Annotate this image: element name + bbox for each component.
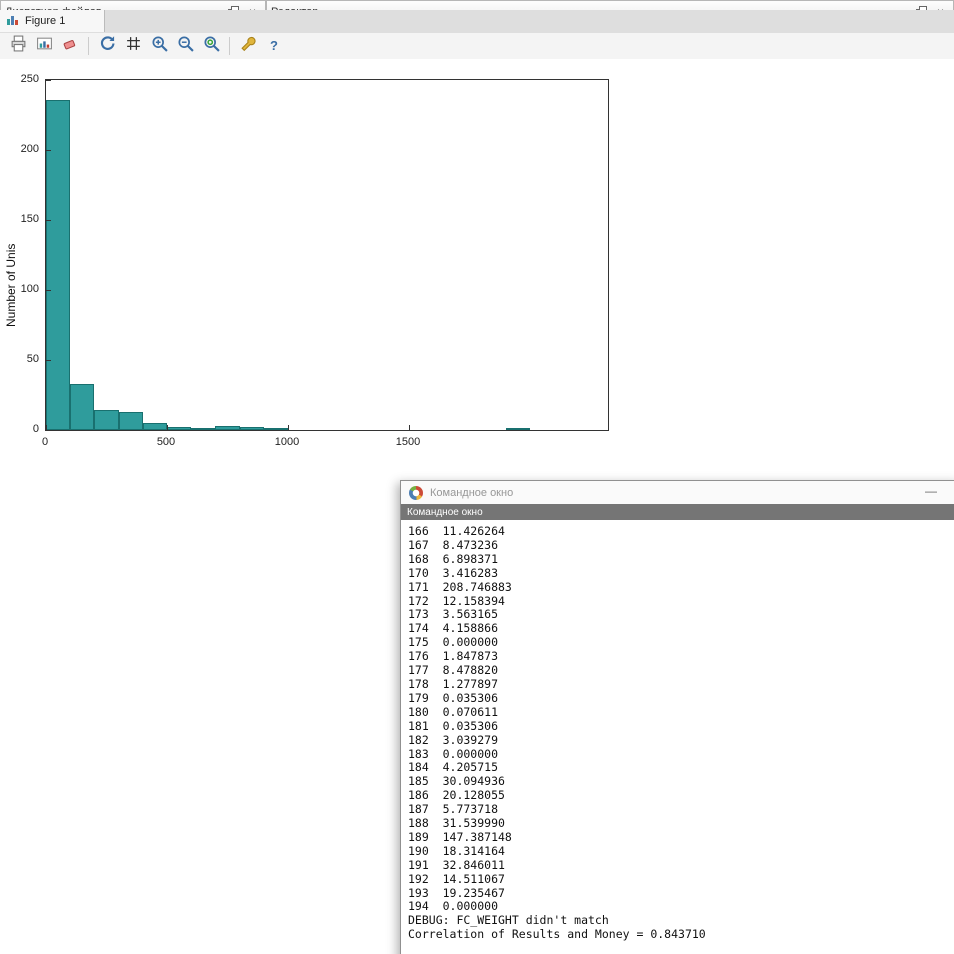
histogram-bar: [240, 427, 264, 430]
zoom-out-button[interactable]: [173, 34, 197, 58]
fig-copy-button[interactable]: [32, 34, 56, 58]
y-tick-label: 250: [3, 73, 39, 85]
command-output-line: 179 0.035306: [408, 692, 954, 706]
command-output-line: 167 8.473236: [408, 539, 954, 553]
command-output-line: 182 3.039279: [408, 734, 954, 748]
figure-panel: Figure 1 ? 050100150200250050010001500 N…: [0, 0, 954, 469]
command-window: Командное окно — Командное окно 166 11.4…: [400, 480, 954, 954]
refresh-icon: [99, 35, 116, 57]
y-axis-title: Number of Unis: [4, 244, 18, 327]
figure-tab[interactable]: Figure 1: [0, 10, 105, 32]
command-window-title: Командное окно: [430, 487, 513, 499]
command-output-line: 176 1.847873: [408, 650, 954, 664]
y-tick: [46, 80, 51, 81]
command-output-line: 193 19.235467: [408, 887, 954, 901]
y-tick: [46, 430, 51, 431]
histogram-bar: [94, 410, 118, 430]
octave-logo-icon: [409, 486, 423, 500]
histogram-bar: [167, 427, 191, 430]
y-tick-label: 50: [3, 353, 39, 365]
command-output-line: 188 31.539990: [408, 817, 954, 831]
plot-area: [45, 79, 609, 431]
command-output-line: 185 30.094936: [408, 775, 954, 789]
zoom-in-button[interactable]: [147, 34, 171, 58]
command-output-line: 173 3.563165: [408, 608, 954, 622]
x-tick-label: 1500: [388, 436, 428, 448]
command-window-output[interactable]: 166 11.426264167 8.473236168 6.898371170…: [401, 522, 954, 954]
help-button[interactable]: ?: [262, 34, 286, 58]
command-window-titlebar[interactable]: Командное окно —: [401, 481, 954, 505]
command-output-line: Correlation of Results and Money = 0.843…: [408, 928, 954, 942]
chart-icon: [6, 13, 19, 29]
command-output-line: 184 4.205715: [408, 761, 954, 775]
command-output-line: 180 0.070611: [408, 706, 954, 720]
command-output-line: 170 3.416283: [408, 567, 954, 581]
command-output-line: 178 1.277897: [408, 678, 954, 692]
command-output-line: 177 8.478820: [408, 664, 954, 678]
x-tick-label: 500: [146, 436, 186, 448]
command-output-line: 194 0.000000: [408, 900, 954, 914]
refresh-button[interactable]: [95, 34, 119, 58]
figure-toolbar: ?: [0, 33, 954, 60]
x-tick: [409, 425, 410, 430]
y-tick-label: 0: [3, 423, 39, 435]
command-output-line: DEBUG: FC_WEIGHT didn't match: [408, 914, 954, 928]
figure-tabrow: Figure 1: [0, 10, 954, 34]
toolbar-separator: [229, 37, 230, 55]
erase-button[interactable]: [58, 34, 82, 58]
command-window-dock-title[interactable]: Командное окно: [401, 504, 954, 520]
histogram-bar: [70, 384, 94, 430]
x-tick-label: 0: [25, 436, 65, 448]
histogram-bar: [506, 428, 530, 430]
y-tick: [46, 150, 51, 151]
erase-icon: [62, 35, 79, 57]
histogram-bar: [191, 428, 215, 430]
histogram-bar: [143, 423, 167, 430]
y-tick: [46, 290, 51, 291]
figure-tab-label: Figure 1: [25, 15, 65, 27]
x-tick: [288, 425, 289, 430]
y-tick: [46, 360, 51, 361]
fig-print-icon: [10, 35, 27, 57]
tools-icon: [240, 35, 257, 57]
x-tick: [46, 425, 47, 430]
grid-button[interactable]: [121, 34, 145, 58]
minimize-icon[interactable]: —: [925, 484, 937, 498]
command-output-line: 190 18.314164: [408, 845, 954, 859]
command-output-line: 187 5.773718: [408, 803, 954, 817]
help-icon: ?: [270, 37, 278, 55]
command-output-line: 171 208.746883: [408, 581, 954, 595]
histogram-bar: [264, 428, 288, 430]
command-output-line: 175 0.000000: [408, 636, 954, 650]
command-output-line: 186 20.128055: [408, 789, 954, 803]
tools-button[interactable]: [236, 34, 260, 58]
fig-print-button[interactable]: [6, 34, 30, 58]
zoom-in-icon: [151, 35, 168, 57]
y-tick-label: 150: [3, 213, 39, 225]
command-output-line: 183 0.000000: [408, 748, 954, 762]
autoscale-icon: [203, 35, 220, 57]
fig-copy-icon: [36, 35, 53, 57]
toolbar-separator: [88, 37, 89, 55]
command-output-line: 191 32.846011: [408, 859, 954, 873]
x-tick: [167, 425, 168, 430]
command-output-line: 168 6.898371: [408, 553, 954, 567]
histogram-bar: [119, 412, 143, 430]
command-output-line: 166 11.426264: [408, 525, 954, 539]
histogram-bar: [215, 426, 239, 430]
zoom-out-icon: [177, 35, 194, 57]
y-tick: [46, 220, 51, 221]
command-output-line: 174 4.158866: [408, 622, 954, 636]
grid-icon: [125, 35, 142, 57]
command-output-line: 172 12.158394: [408, 595, 954, 609]
autoscale-button[interactable]: [199, 34, 223, 58]
y-tick-label: 200: [3, 143, 39, 155]
x-tick-label: 1000: [267, 436, 307, 448]
command-output-line: 181 0.035306: [408, 720, 954, 734]
command-output-line: 189 147.387148: [408, 831, 954, 845]
command-output-line: 192 14.511067: [408, 873, 954, 887]
octave-workspace: Диспетчер файлов × Jsers/u202-06/Desktop…: [0, 0, 954, 954]
